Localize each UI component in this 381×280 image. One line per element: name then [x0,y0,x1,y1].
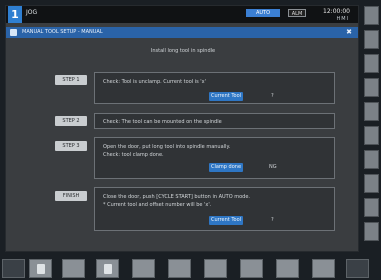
step-3-text-1: Open the door, put long tool into spindl… [103,144,231,150]
side-key-5[interactable] [364,102,379,121]
finish-text-1: Close the door, push [CYCLE START] butto… [103,194,251,200]
softkey-next[interactable] [346,259,369,278]
step-3-box: Open the door, put long tool into spindl… [94,137,335,179]
step-2-text: Check: The tool can be mounted on the sp… [103,119,222,125]
spindle-icon [104,264,112,274]
softkey-3[interactable] [96,259,119,278]
step-3-text-2: Check: tool clamp done. [103,152,164,158]
side-key-2[interactable] [364,30,379,49]
finish-text-2: * Current tool and offset number will be… [103,202,212,208]
brand-logo: HMI [336,16,349,22]
step-1-status: ? [271,93,274,99]
step-2-box: Check: The tool can be mounted on the sp… [94,113,335,129]
side-key-1[interactable] [364,6,379,25]
finish-box: Close the door, push [CYCLE START] butto… [94,187,335,231]
side-key-6[interactable] [364,126,379,145]
step-3-button[interactable]: STEP 3 [55,141,87,151]
step-3-status: NG [269,164,277,170]
close-icon[interactable]: ✖ [346,28,352,36]
window-title-bar: MANUAL TOOL SETUP - MANUAL ✖ [6,27,358,38]
clock: 12:00:00 [323,8,350,15]
alarm-indicator[interactable]: ALM [288,9,306,17]
side-key-3[interactable] [364,54,379,73]
main-content: Install long tool in spindle STEP 1 Chec… [15,42,351,248]
channel-number[interactable]: 1 [8,6,22,23]
step-2-button[interactable]: STEP 2 [55,116,87,126]
softkey-1[interactable] [29,259,52,278]
finish-button[interactable]: FINISH [55,191,87,201]
side-key-7[interactable] [364,150,379,169]
window-icon [10,29,17,36]
step-1-button[interactable]: STEP 1 [55,75,87,85]
softkey-4[interactable] [132,259,155,278]
softkey-9[interactable] [312,259,335,278]
softkey-row [0,254,381,280]
softkey-8[interactable] [276,259,299,278]
step-1-text: Check: Tool is unclamp. Current tool is … [103,79,207,85]
page-title: Install long tool in spindle [150,48,216,54]
side-key-4[interactable] [364,78,379,97]
current-tool-button-1[interactable]: Current Tool [209,92,243,101]
step-1-box: Check: Tool is unclamp. Current tool is … [94,72,335,104]
status-bar: 1 JOG AUTO ALM 12:00:00 HMI [6,6,358,23]
channel-label: JOG [26,9,38,16]
side-key-9[interactable] [364,198,379,217]
softkey-back[interactable] [2,259,25,278]
window-title: MANUAL TOOL SETUP - MANUAL [22,29,103,35]
mode-indicator: AUTO [246,9,280,17]
side-key-8[interactable] [364,174,379,193]
hmi-screen: 1 JOG AUTO ALM 12:00:00 HMI MANUAL TOOL … [5,5,359,252]
softkey-2[interactable] [62,259,85,278]
current-tool-button-2[interactable]: Current Tool [209,216,243,225]
softkey-6[interactable] [204,259,227,278]
tool-icon [37,264,45,274]
softkey-7[interactable] [240,259,263,278]
finish-status: ? [271,217,274,223]
softkey-5[interactable] [168,259,191,278]
side-key-10[interactable] [364,222,379,241]
clamp-done-button[interactable]: Clamp done [209,163,243,172]
